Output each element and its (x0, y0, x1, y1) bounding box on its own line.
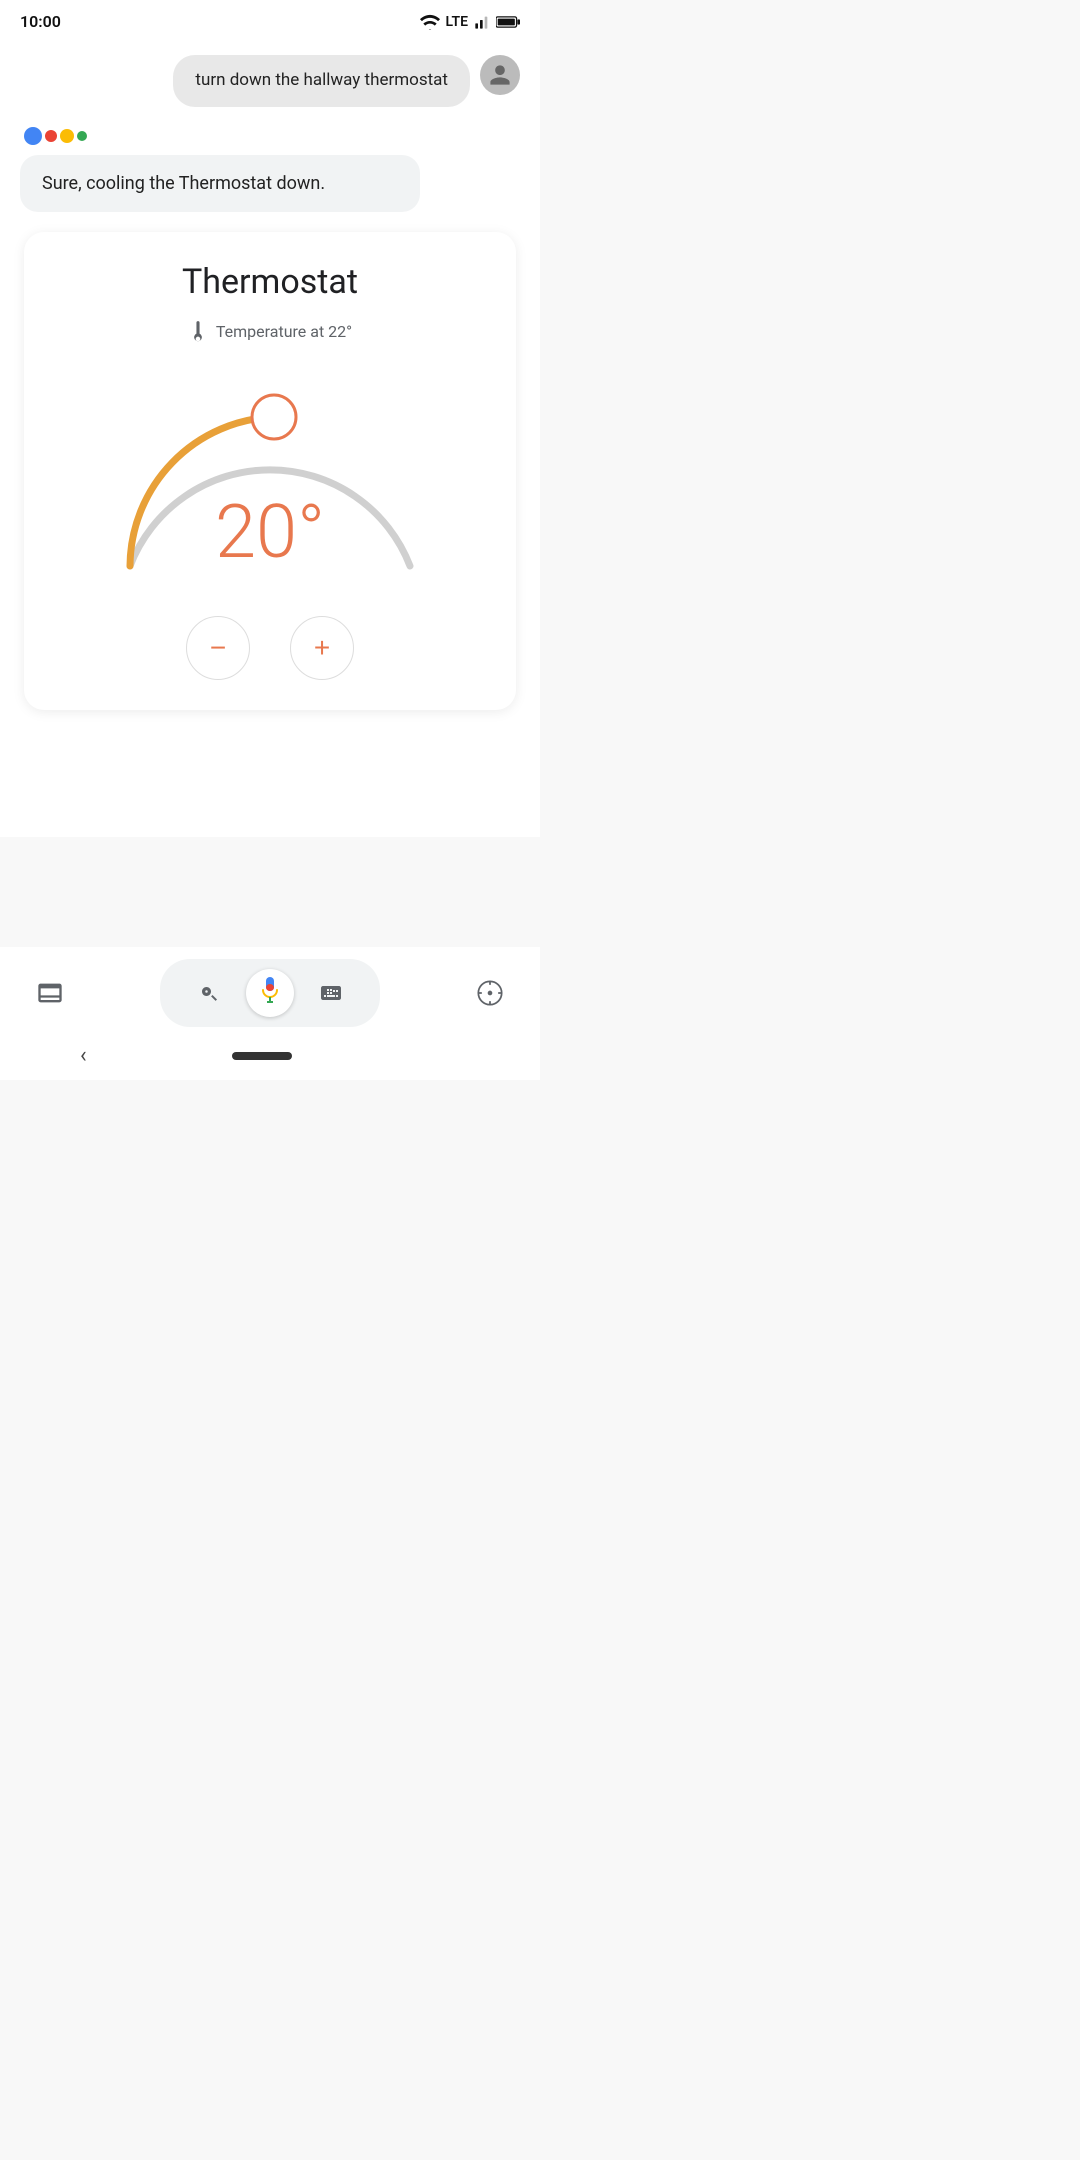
battery-icon (496, 15, 520, 29)
thermostat-card: Thermostat Temperature at 22° 20° − + (24, 232, 516, 710)
temp-label-row: Temperature at 22° (188, 318, 352, 346)
compass-button[interactable] (470, 973, 510, 1013)
dial-container: 20° (100, 366, 440, 586)
assistant-row: Sure, cooling the Thermostat down. (20, 127, 520, 212)
lte-label: LTE (446, 14, 468, 30)
user-message-row: turn down the hallway thermostat (20, 55, 520, 107)
dot-green (77, 131, 87, 141)
camera-search-button[interactable] (189, 973, 229, 1013)
temp-label: Temperature at 22° (216, 322, 352, 341)
home-pill[interactable] (232, 1052, 292, 1060)
keyboard-button[interactable] (311, 973, 351, 1013)
user-bubble: turn down the hallway thermostat (173, 55, 470, 107)
nav-bar: ‹ (20, 1039, 520, 1072)
dot-red (45, 130, 57, 142)
input-toolbar (160, 959, 380, 1027)
status-bar: 10:00 LTE (0, 0, 540, 39)
status-time: 10:00 (20, 12, 61, 31)
decrease-temp-button[interactable]: − (186, 616, 250, 680)
dot-yellow (60, 129, 74, 143)
assistant-bubble: Sure, cooling the Thermostat down. (20, 155, 420, 212)
dot-blue (24, 127, 42, 145)
google-dots (20, 127, 520, 145)
thermostat-title: Thermostat (182, 262, 358, 302)
signal-icon (474, 14, 490, 30)
chat-area: turn down the hallway thermostat Sure, c… (0, 39, 540, 837)
back-button[interactable]: ‹ (80, 1043, 87, 1068)
inbox-button[interactable] (30, 973, 70, 1013)
thermometer-icon (188, 318, 208, 346)
user-avatar (480, 55, 520, 95)
thermostat-controls: − + (186, 616, 354, 680)
bottom-spacer (0, 837, 540, 948)
bottom-bar: ‹ (0, 947, 540, 1080)
microphone-button[interactable] (246, 969, 294, 1017)
temp-display: 20° (215, 489, 325, 576)
increase-temp-button[interactable]: + (290, 616, 354, 680)
status-icons: LTE (420, 14, 520, 30)
wifi-icon (420, 14, 440, 30)
